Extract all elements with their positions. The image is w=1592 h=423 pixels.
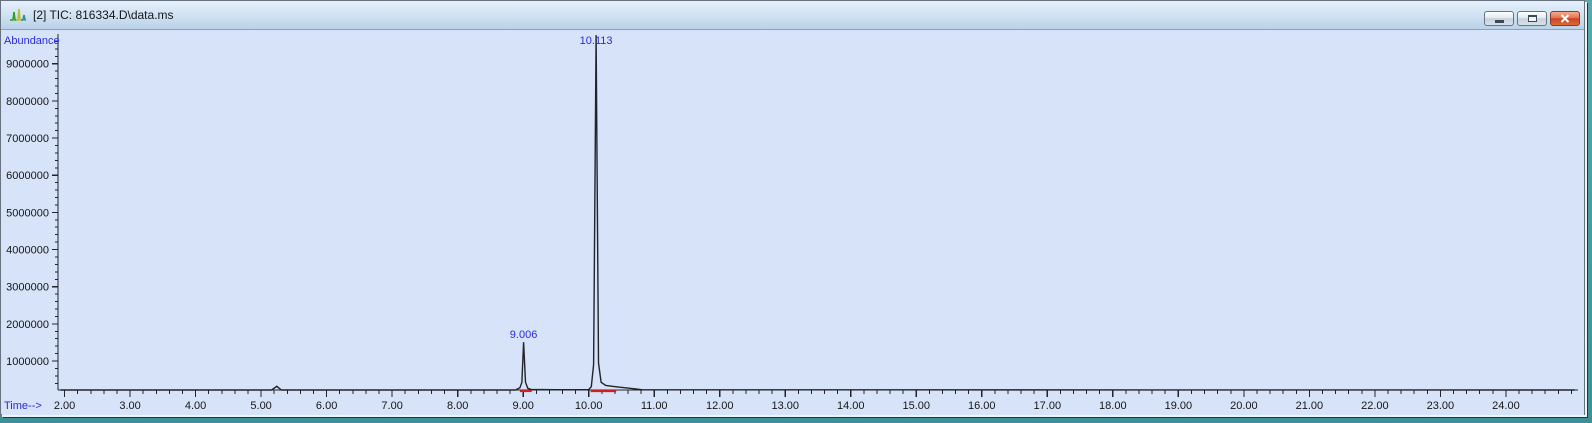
x-tick-label: 24.00: [1492, 400, 1520, 412]
y-tick-label: 9000000: [6, 59, 49, 71]
window-title: [2] TIC: 816334.D\data.ms: [33, 8, 174, 22]
restore-icon: [1527, 15, 1537, 22]
y-axis-ticks: 1000000 2000000 3000000 4000000 5000000 60000…: [6, 40, 58, 384]
tic-trace: [60, 35, 1575, 391]
x-tick-label: 23.00: [1427, 400, 1455, 412]
peak-rt-label: 9.006: [510, 329, 538, 341]
minimize-icon: [1494, 20, 1504, 23]
x-tick-label: 21.00: [1296, 400, 1324, 412]
x-tick-label: 5.00: [250, 400, 271, 412]
mdi-background: [2] TIC: 816334.D\data.ms 1000000 2000000…: [0, 0, 1592, 423]
peak-rt-label: 10.113: [580, 35, 613, 47]
y-tick-label: 3000000: [6, 282, 49, 294]
tic-chromatogram[interactable]: 1000000 2000000 3000000 4000000 5000000 60000…: [2, 30, 1584, 415]
chart-area[interactable]: 1000000 2000000 3000000 4000000 5000000 60000…: [2, 30, 1584, 415]
x-tick-label: 18.00: [1099, 400, 1127, 412]
axes: [57, 34, 1578, 391]
caption-buttons: [1484, 11, 1580, 26]
minimize-button[interactable]: [1484, 11, 1514, 26]
x-tick-label: 12.00: [706, 400, 734, 412]
x-tick-label: 10.00: [575, 400, 603, 412]
x-tick-label: 14.00: [837, 400, 865, 412]
x-axis-ticks: 2.00 3.00 4.00 5.00 6.00 7.00 8.00 9.00 10.00 11.…: [54, 390, 1572, 412]
y-tick-label: 2000000: [6, 319, 49, 331]
y-tick-label: 8000000: [6, 96, 49, 108]
window-titlebar[interactable]: [2] TIC: 816334.D\data.ms: [1, 1, 1584, 30]
chromatogram-icon: [10, 8, 26, 21]
x-tick-label: 11.00: [641, 400, 668, 412]
x-tick-label: 22.00: [1361, 400, 1389, 412]
restore-button[interactable]: [1517, 11, 1547, 26]
x-tick-label: 6.00: [316, 400, 337, 412]
y-tick-label: 5000000: [6, 207, 49, 219]
chromatogram-window: [2] TIC: 816334.D\data.ms 1000000 2000000…: [0, 0, 1585, 415]
x-tick-label: 15.00: [903, 400, 931, 412]
y-tick-label: 7000000: [6, 133, 49, 145]
y-axis-title: Abundance: [4, 35, 60, 47]
close-icon: [1560, 14, 1570, 23]
x-tick-label: 8.00: [447, 400, 468, 412]
x-tick-label: 16.00: [968, 400, 996, 412]
x-tick-label: 9.00: [512, 400, 533, 412]
y-tick-label: 1000000: [6, 356, 49, 368]
x-tick-label: 7.00: [381, 400, 402, 412]
x-tick-label: 19.00: [1165, 400, 1193, 412]
x-axis-title: Time-->: [4, 400, 42, 412]
x-tick-label: 3.00: [119, 400, 140, 412]
x-tick-label: 20.00: [1230, 400, 1258, 412]
y-tick-label: 4000000: [6, 245, 49, 257]
close-button[interactable]: [1550, 11, 1580, 26]
x-tick-label: 13.00: [771, 400, 799, 412]
y-tick-label: 6000000: [6, 170, 49, 182]
x-tick-label: 2.00: [54, 400, 75, 412]
x-tick-label: 4.00: [185, 400, 206, 412]
x-tick-label: 17.00: [1034, 400, 1062, 412]
